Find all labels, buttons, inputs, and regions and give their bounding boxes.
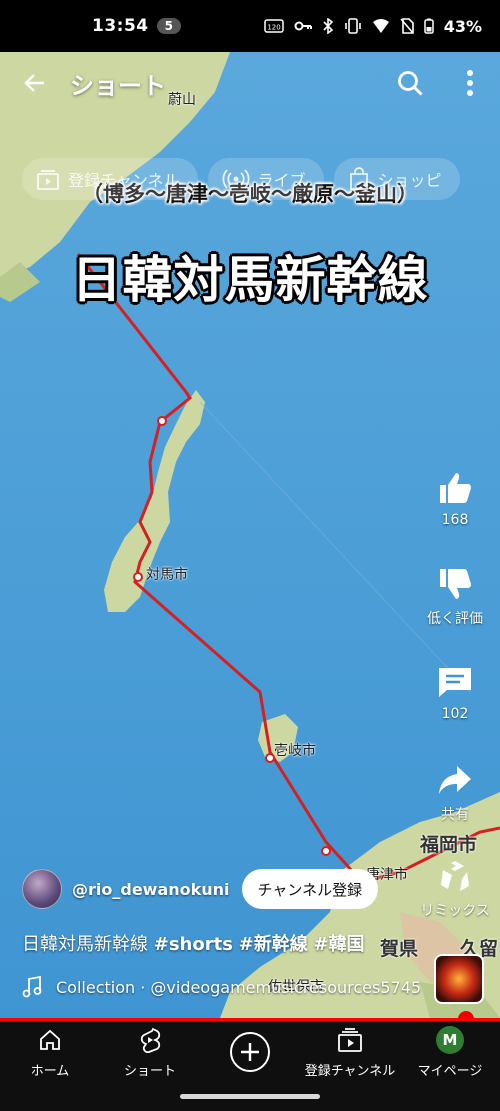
- notification-count-badge: 5: [156, 18, 181, 34]
- map-label-tsushima: 対馬市: [146, 567, 188, 583]
- nav-label: ショート: [123, 1063, 176, 1079]
- subscriptions-icon: [37, 170, 59, 190]
- dislike-button[interactable]: 低く評価: [410, 566, 500, 628]
- dislike-label: 低く評価: [427, 611, 483, 627]
- remix-icon: [441, 861, 469, 891]
- comments-button[interactable]: 102: [410, 664, 500, 722]
- video-description[interactable]: 日韓対馬新幹線 #shorts #新幹線 #韓国: [22, 930, 365, 956]
- wifi-icon: [372, 19, 389, 33]
- nav-label: マイページ: [417, 1063, 483, 1079]
- create-plus-icon: [241, 1043, 259, 1061]
- map-label-iki: 壱岐市: [274, 743, 316, 759]
- subscribe-button[interactable]: チャンネル登録: [241, 869, 379, 909]
- shorts-icon: [140, 1027, 161, 1053]
- live-icon: [222, 169, 249, 189]
- hashtag-link[interactable]: #韓国: [313, 934, 364, 955]
- share-button[interactable]: 共有: [410, 762, 500, 824]
- nav-label: ホーム: [30, 1063, 70, 1079]
- map-label-saga: 賀県: [380, 938, 419, 960]
- home-icon: [40, 1029, 60, 1050]
- station-marker: [133, 572, 143, 582]
- nav-create[interactable]: [200, 1021, 300, 1083]
- music-row[interactable]: Collection · @videogamemusicresources574…: [22, 976, 422, 998]
- nav-subscriptions[interactable]: 登録チャンネル: [300, 1021, 400, 1083]
- share-label: 共有: [441, 807, 469, 823]
- bottom-navigation: ホーム ショート 登録チャンネル M マイページ: [0, 1021, 500, 1083]
- like-button[interactable]: 168: [410, 470, 500, 528]
- chip-live[interactable]: ライブ: [207, 158, 324, 200]
- svg-text:120: 120: [267, 24, 280, 32]
- remix-label: リミックス: [420, 903, 490, 919]
- gesture-area: [0, 1083, 500, 1111]
- status-icons: 120 43%: [263, 16, 482, 36]
- clock: 13:54: [92, 16, 149, 36]
- comment-count: 102: [441, 706, 469, 722]
- bluetooth-icon: [323, 18, 333, 34]
- battery-icon: [423, 18, 434, 34]
- back-button[interactable]: [0, 52, 70, 114]
- chip-subscriptions[interactable]: 登録チャンネル: [22, 158, 198, 200]
- chip-shopping[interactable]: ショッピ: [333, 158, 460, 200]
- station-marker: [265, 753, 275, 763]
- more-vert-icon: [467, 70, 473, 96]
- nav-shorts[interactable]: ショート: [100, 1021, 200, 1083]
- gesture-handle[interactable]: [180, 1094, 320, 1099]
- music-thumbnail[interactable]: [434, 954, 484, 1004]
- feed-filter-chips: 登録チャンネル ライブ ショッピ: [0, 158, 500, 200]
- top-app-bar: ショート: [0, 52, 500, 114]
- search-button[interactable]: [380, 52, 440, 114]
- thumbs-up-icon: [440, 473, 471, 503]
- vpn-key-icon: [294, 21, 312, 31]
- chip-label: ライブ: [257, 171, 306, 190]
- channel-row: @rio_dewanokuni チャンネル登録: [22, 869, 379, 909]
- hashtag-link[interactable]: #新幹線: [239, 934, 308, 955]
- subscriptions-icon: [338, 1027, 362, 1052]
- channel-avatar[interactable]: [22, 869, 62, 909]
- station-marker: [321, 846, 331, 856]
- thumbs-down-icon: [440, 569, 471, 599]
- like-count: 168: [441, 512, 469, 528]
- music-note-icon: [22, 976, 42, 998]
- battery-percent: 43%: [443, 16, 482, 36]
- channel-handle[interactable]: @rio_dewanokuni: [72, 880, 230, 899]
- map-label-fukuoka: 福岡市: [420, 834, 478, 856]
- create-button[interactable]: [230, 1032, 270, 1072]
- search-icon: [398, 71, 423, 96]
- nav-home[interactable]: ホーム: [0, 1021, 100, 1083]
- refresh-rate-icon: 120: [263, 19, 284, 33]
- shopping-bag-icon: [349, 167, 368, 190]
- music-text: Collection · @videogamemusicresources574…: [56, 977, 422, 997]
- station-marker: [157, 416, 167, 426]
- vibrate-icon: [344, 18, 361, 34]
- status-bar: 13:54 5 120 43%: [0, 0, 500, 52]
- nav-label: 登録チャンネル: [304, 1063, 396, 1079]
- chip-label: 登録チャンネル: [68, 171, 180, 190]
- avatar-icon: M: [436, 1025, 464, 1054]
- share-icon: [439, 766, 471, 794]
- description-text: 日韓対馬新幹線: [22, 934, 148, 955]
- more-options-button[interactable]: [440, 52, 500, 114]
- chip-label: ショッピ: [377, 171, 442, 190]
- no-sim-icon: [400, 18, 414, 34]
- back-arrow-icon: [24, 74, 44, 92]
- page-title: ショート: [70, 71, 166, 100]
- remix-button[interactable]: リミックス: [410, 858, 500, 920]
- comment-icon: [439, 668, 471, 697]
- nav-my-page[interactable]: M マイページ: [400, 1021, 500, 1083]
- video-title-overlay: 日韓対馬新幹線: [71, 251, 429, 309]
- hashtag-link[interactable]: #shorts: [154, 934, 233, 955]
